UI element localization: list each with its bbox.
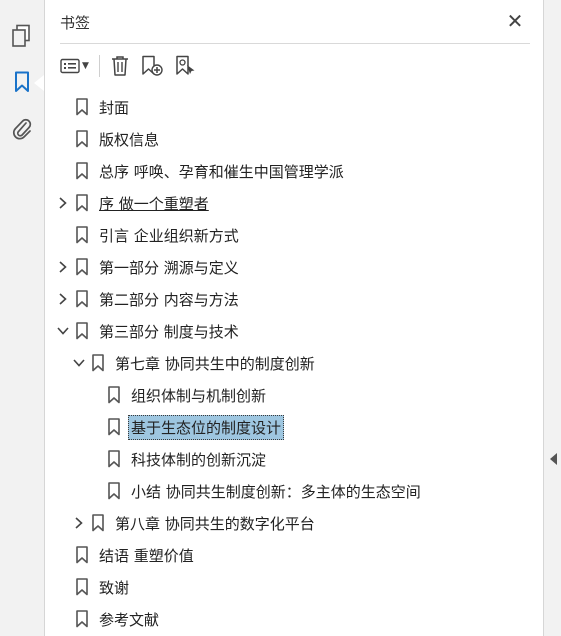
bookmark-label: 科技体制的创新沉淀	[131, 450, 267, 469]
bookmark-label: 组织体制与机制创新	[131, 386, 267, 405]
navigation-rail	[0, 0, 45, 636]
bookmark-label: 基于生态位的制度设计	[128, 414, 285, 440]
bookmark-item[interactable]: 第八章 协同共生的数字化平台	[71, 510, 315, 536]
collapse-arrow-icon[interactable]	[550, 453, 557, 465]
bookmark-icon	[75, 322, 89, 340]
bookmark-item[interactable]: 版权信息	[55, 126, 159, 152]
chevron-down-icon[interactable]	[55, 323, 71, 339]
bookmark-label: 序 做一个重塑者	[99, 194, 209, 213]
bookmark-icon	[75, 610, 89, 628]
new-bookmark-icon[interactable]	[140, 52, 164, 80]
bookmark-icon	[107, 450, 121, 468]
chevron-right-icon[interactable]	[55, 195, 71, 211]
bookmark-item[interactable]: 第一部分 溯源与定义	[55, 254, 239, 280]
bookmark-icon	[107, 482, 121, 500]
bookmark-icon	[107, 418, 121, 436]
bookmark-item[interactable]: 科技体制的创新沉淀	[87, 446, 266, 472]
bookmark-item[interactable]: 参考文献	[55, 606, 159, 632]
bookmark-label: 结语 重塑价值	[99, 546, 194, 565]
bookmark-label: 引言 企业组织新方式	[99, 226, 239, 245]
bookmark-label: 第七章 协同共生中的制度创新	[115, 354, 315, 373]
close-icon[interactable]: ✕	[505, 11, 525, 31]
bookmark-icon	[75, 258, 89, 276]
bookmark-item[interactable]: 第七章 协同共生中的制度创新	[71, 350, 315, 376]
bookmark-icon	[75, 98, 89, 116]
bookmark-label: 版权信息	[99, 130, 160, 149]
chevron-right-icon[interactable]	[55, 259, 71, 275]
bookmark-icon	[91, 514, 105, 532]
title-divider	[60, 43, 530, 44]
bookmarks-toolbar: ▼	[60, 52, 208, 80]
bookmark-icon	[91, 354, 105, 372]
chevron-down-icon[interactable]	[71, 355, 87, 371]
bookmark-item[interactable]: 引言 企业组织新方式	[55, 222, 239, 248]
bookmark-item[interactable]: 封面	[55, 94, 129, 120]
bookmark-item[interactable]: 第三部分 制度与技术	[55, 318, 239, 344]
pages-icon[interactable]	[0, 16, 44, 56]
delete-bookmark-icon[interactable]	[110, 52, 130, 80]
panel-title: 书签	[60, 14, 91, 32]
bookmark-icon	[75, 226, 89, 244]
bookmark-icon	[107, 386, 121, 404]
toolbar-divider	[98, 55, 100, 77]
options-menu-icon[interactable]: ▼	[60, 52, 89, 80]
bookmark-item[interactable]: 结语 重塑价值	[55, 542, 194, 568]
panel-splitter[interactable]	[543, 0, 561, 636]
bookmark-item[interactable]: 致谢	[55, 574, 129, 600]
bookmark-label: 第八章 协同共生的数字化平台	[115, 514, 315, 533]
bookmark-icon	[75, 130, 89, 148]
chevron-right-icon[interactable]	[71, 515, 87, 531]
active-tab-pointer	[34, 75, 44, 91]
bookmark-label: 致谢	[99, 578, 130, 597]
bookmark-icon	[75, 194, 89, 212]
chevron-right-icon[interactable]	[55, 291, 71, 307]
bookmark-item[interactable]: 总序 呼唤、孕育和催生中国管理学派	[55, 158, 344, 184]
bookmark-label: 第二部分 内容与方法	[99, 290, 239, 309]
bookmark-item[interactable]: 序 做一个重塑者	[55, 190, 209, 216]
bookmark-icon	[75, 578, 89, 596]
bookmark-icon	[75, 290, 89, 308]
bookmark-label: 总序 呼唤、孕育和催生中国管理学派	[99, 162, 344, 181]
bookmark-icon	[75, 162, 89, 180]
bookmark-icon	[75, 546, 89, 564]
chevron-down-icon: ▼	[82, 61, 89, 71]
bookmark-label: 封面	[99, 98, 130, 117]
find-bookmark-icon[interactable]	[174, 52, 198, 80]
bookmarks-panel: 书签 ✕ ▼ 封面 版权信息 总序 呼唤、孕育和催生中国管理学派 序 做一个重塑…	[45, 0, 543, 636]
bookmark-label: 第三部分 制度与技术	[99, 322, 239, 341]
bookmark-item[interactable]: 第二部分 内容与方法	[55, 286, 239, 312]
bookmark-label: 参考文献	[99, 610, 160, 629]
attachments-icon[interactable]	[0, 108, 44, 148]
bookmark-label: 小结 协同共生制度创新：多主体的生态空间	[131, 482, 421, 501]
bookmark-item[interactable]: 小结 协同共生制度创新：多主体的生态空间	[87, 478, 421, 504]
bookmark-item[interactable]: 组织体制与机制创新	[87, 382, 266, 408]
bookmark-item[interactable]: 基于生态位的制度设计	[87, 414, 285, 440]
bookmark-label: 第一部分 溯源与定义	[99, 258, 239, 277]
